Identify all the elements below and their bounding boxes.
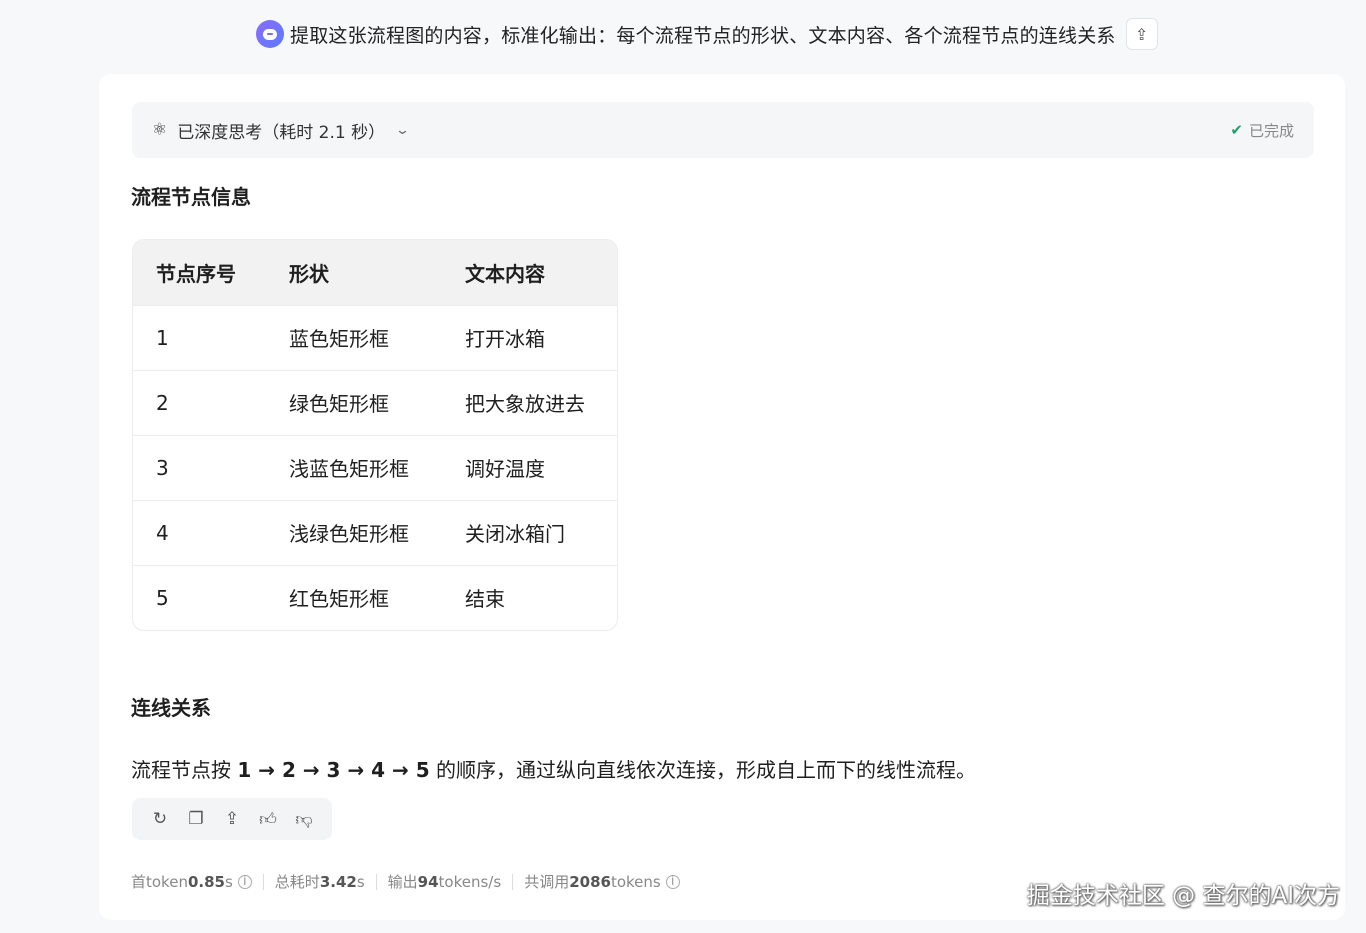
chevron-down-icon[interactable]: ⌄: [395, 123, 410, 138]
table-cell: 蓝色矩形框: [266, 304, 442, 370]
first-token-value: 0.85: [187, 872, 225, 891]
calls-label: 共调用: [524, 873, 570, 891]
table-row: 1 蓝色矩形框 打开冰箱: [133, 304, 617, 370]
table-cell: 打开冰箱: [442, 304, 617, 370]
check-icon: ✔: [1230, 121, 1243, 139]
divider: [262, 873, 264, 890]
table-cell: 4: [133, 499, 266, 565]
calls-unit: tokens: [610, 872, 661, 891]
first-token-unit: s: [224, 872, 233, 891]
column-header: 形状: [266, 240, 442, 305]
table-cell: 1: [133, 304, 266, 370]
output-unit: tokens/s: [438, 872, 502, 891]
total-time-value: 3.42: [319, 872, 357, 891]
copy-icon[interactable]: ❐: [184, 809, 208, 829]
table-row: 3 浅蓝色矩形框 调好温度: [133, 434, 617, 500]
links-prefix: 流程节点按: [131, 758, 238, 782]
links-description: 流程节点按 1 → 2 → 3 → 4 → 5 的顺序，通过纵向直线依次连接，形…: [131, 754, 976, 783]
table-cell: 红色矩形框: [266, 564, 442, 630]
column-header: 节点序号: [133, 240, 266, 305]
table-cell: 把大象放进去: [442, 369, 617, 435]
total-time-unit: s: [356, 872, 365, 891]
table-cell: 5: [133, 564, 266, 630]
table-cell: 3: [133, 434, 266, 500]
message-actions: ↻ ❐ ⇪ 👍︎ 👎︎: [132, 798, 332, 840]
refresh-icon[interactable]: ↻: [148, 809, 172, 829]
first-token-label: 首token: [131, 873, 188, 891]
table-row: 4 浅绿色矩形框 关闭冰箱门: [133, 499, 617, 565]
divider: [512, 873, 514, 890]
divider: [375, 873, 377, 890]
column-header: 文本内容: [442, 240, 617, 305]
table-cell: 调好温度: [442, 434, 617, 500]
thumbs-down-icon[interactable]: 👎︎: [292, 809, 316, 830]
output-value: 94: [417, 872, 439, 891]
calls-value: 2086: [569, 872, 611, 891]
share-icon[interactable]: ⇪: [1125, 18, 1158, 50]
table-cell: 浅绿色矩形框: [266, 499, 442, 565]
thinking-toggle[interactable]: ⚛ 已深度思考（耗时 2.1 秒） ⌄ ✔ 已完成: [132, 102, 1314, 158]
links-suffix: 的顺序，通过纵向直线依次连接，形成自上而下的线性流程。: [429, 758, 977, 782]
assistant-response-card: ⚛ 已深度思考（耗时 2.1 秒） ⌄ ✔ 已完成 流程节点信息 节点序号 形状…: [99, 74, 1345, 920]
nodes-section-title: 流程节点信息: [131, 185, 251, 209]
table-row: 2 绿色矩形框 把大象放进去: [133, 369, 617, 435]
thumbs-up-icon[interactable]: 👍︎: [256, 809, 280, 830]
user-message: 提取这张流程图的内容，标准化输出：每个流程节点的形状、文本内容、各个流程节点的连…: [256, 16, 1158, 52]
atom-icon: ⚛: [152, 120, 168, 140]
thinking-status-text: 已完成: [1248, 121, 1294, 140]
nodes-table: 节点序号 形状 文本内容 1 蓝色矩形框 打开冰箱 2 绿色矩形框 把大象放进去…: [132, 239, 618, 631]
table-cell: 浅蓝色矩形框: [266, 434, 442, 500]
links-sequence: 1 → 2 → 3 → 4 → 5: [237, 758, 430, 782]
thinking-label: 已深度思考（耗时 2.1 秒）: [177, 122, 386, 143]
links-section-title: 连线关系: [131, 696, 211, 720]
output-label: 输出: [387, 873, 418, 891]
table-cell: 2: [133, 369, 266, 435]
table-cell: 绿色矩形框: [266, 369, 442, 435]
thinking-status: ✔ 已完成: [1230, 120, 1294, 141]
table-cell: 结束: [442, 564, 617, 630]
user-message-text: 提取这张流程图的内容，标准化输出：每个流程节点的形状、文本内容、各个流程节点的连…: [290, 24, 1116, 47]
watermark: 掘金技术社区 @ 查尔的AI次方: [1026, 883, 1340, 909]
table-cell: 关闭冰箱门: [442, 499, 617, 565]
info-icon[interactable]: i: [237, 874, 252, 889]
table-header-row: 节点序号 形状 文本内容: [133, 240, 617, 305]
chat-bubble-icon: [256, 20, 284, 48]
response-stats: 首token 0.85 s i 总耗时 3.42 s 输出 94 tokens/s 共…: [131, 871, 680, 892]
total-time-label: 总耗时: [274, 873, 320, 891]
table-row: 5 红色矩形框 结束: [133, 564, 617, 630]
info-icon[interactable]: i: [665, 874, 680, 889]
share-icon[interactable]: ⇪: [220, 809, 244, 829]
